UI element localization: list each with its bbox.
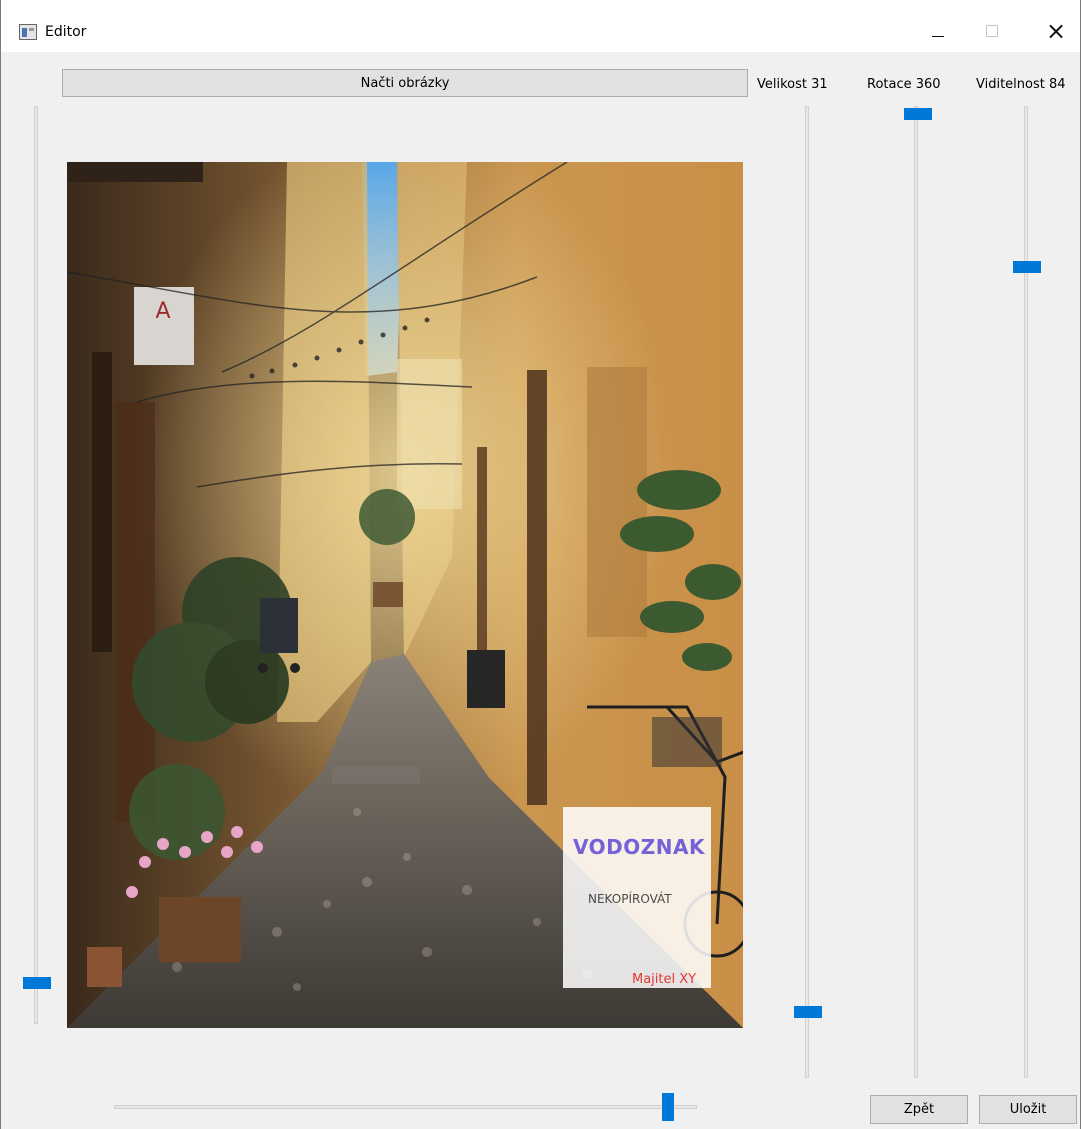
back-button[interactable]: Zpět (870, 1095, 968, 1124)
rotation-slider-thumb[interactable] (904, 108, 932, 120)
size-label: Velikost 31 (757, 77, 828, 92)
watermark-overlay: VODOZNAK NEKOPÍROVÁT Majitel XY (563, 807, 711, 988)
size-slider-thumb[interactable] (794, 1006, 822, 1018)
rotation-slider-track[interactable] (914, 106, 918, 1078)
watermark-title: VODOZNAK (573, 835, 705, 859)
image-preview: A VODOZNAK NEKOPÍROVÁT Majitel XY (67, 162, 743, 1028)
watermark-subtitle: NEKOPÍROVÁT (588, 892, 672, 906)
load-images-button[interactable]: Načti obrázky (62, 69, 748, 97)
left-slider-thumb[interactable] (23, 977, 51, 989)
watermark-owner: Majitel XY (632, 972, 697, 987)
bottom-slider-track[interactable] (114, 1105, 697, 1109)
editor-window: Editor × Načti obrázky Velikost 31 Rotac… (0, 0, 1081, 1129)
save-button[interactable]: Uložit (979, 1095, 1077, 1124)
left-slider-track[interactable] (34, 106, 38, 1024)
visibility-label: Viditelnost 84 (976, 77, 1066, 92)
minimize-icon (932, 35, 944, 37)
title-bar: Editor × (1, 0, 1080, 52)
close-icon: × (1045, 17, 1067, 45)
bottom-slider-thumb[interactable] (662, 1093, 674, 1121)
visibility-slider-track[interactable] (1024, 106, 1028, 1078)
window-icon (19, 24, 37, 40)
close-button[interactable]: × (1033, 12, 1079, 50)
rotation-label: Rotace 360 (867, 77, 941, 92)
size-slider-track[interactable] (805, 106, 809, 1078)
maximize-button[interactable] (969, 12, 1015, 50)
svg-text:A: A (155, 299, 170, 324)
window-title: Editor (45, 24, 87, 40)
visibility-slider-thumb[interactable] (1013, 261, 1041, 273)
maximize-icon (986, 25, 998, 37)
minimize-button[interactable] (915, 12, 961, 50)
